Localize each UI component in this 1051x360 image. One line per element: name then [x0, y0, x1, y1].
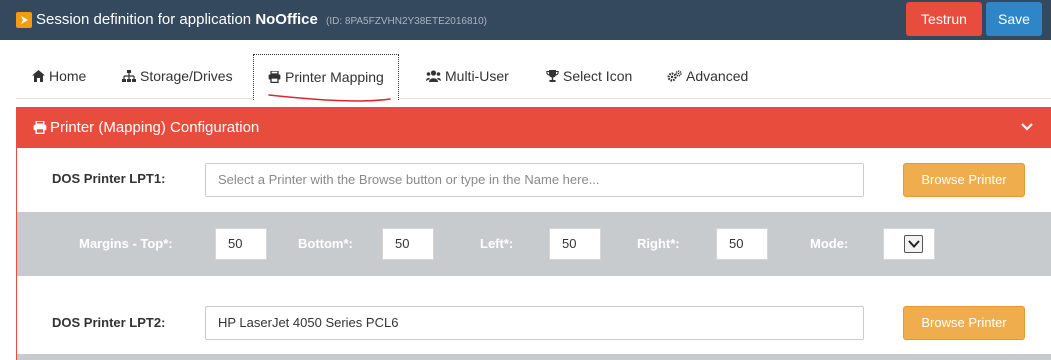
sitemap-icon: [122, 70, 136, 82]
app-logo-icon: [16, 12, 32, 28]
chevron-down-icon[interactable]: [1021, 107, 1036, 143]
page-title: Session definition for application NoOff…: [36, 11, 487, 28]
tab-advanced-label: Advanced: [686, 68, 749, 84]
mode-select[interactable]: [883, 228, 935, 260]
users-icon: [426, 70, 441, 82]
tab-select-icon[interactable]: Select Icon: [546, 54, 632, 99]
margin-right-label: Right*:: [637, 236, 680, 251]
lpt2-label: DOS Printer LPT2:: [52, 315, 166, 330]
tab-home[interactable]: Home: [32, 54, 86, 99]
tab-multi-user-label: Multi-User: [445, 68, 509, 84]
margin-left-label: Left*:: [480, 236, 514, 251]
tab-advanced[interactable]: Advanced: [667, 54, 748, 99]
lpt2-value: HP LaserJet 4050 Series PCL6: [218, 315, 399, 330]
app-header: Session definition for application NoOff…: [0, 0, 1051, 40]
printer-icon: [268, 70, 281, 84]
tab-printer-mapping-label: Printer Mapping: [285, 69, 384, 85]
lpt2-printer-input[interactable]: HP LaserJet 4050 Series PCL6: [205, 306, 864, 340]
panel-header[interactable]: Printer (Mapping) Configuration: [17, 107, 1051, 148]
lpt2-margins-row-edge: [17, 354, 1051, 360]
home-icon: [32, 70, 45, 82]
panel-title: Printer (Mapping) Configuration: [50, 119, 260, 136]
lpt1-label: DOS Printer LPT1:: [52, 171, 166, 186]
session-id: (ID: 8PA5FZVHN2Y38ETE2016810): [326, 16, 488, 27]
margin-top-input[interactable]: 50: [215, 228, 267, 260]
printer-icon: [33, 120, 47, 135]
lpt1-placeholder: Select a Printer with the Browse button …: [218, 172, 600, 187]
testrun-button[interactable]: Testrun: [906, 2, 982, 36]
margin-bottom-input[interactable]: 50: [382, 228, 434, 260]
application-name: NoOffice: [255, 11, 318, 28]
tab-home-label: Home: [49, 68, 87, 84]
tab-storage-drives[interactable]: Storage/Drives: [122, 54, 233, 99]
mode-label: Mode:: [810, 236, 849, 251]
tab-bar: Home Storage/Drives Printer Mapping Mult…: [16, 54, 1051, 100]
lpt1-printer-input[interactable]: Select a Printer with the Browse button …: [205, 163, 864, 197]
tab-storage-drives-label: Storage/Drives: [140, 68, 233, 84]
lpt1-browse-printer-button[interactable]: Browse Printer: [903, 163, 1025, 197]
tab-multi-user[interactable]: Multi-User: [426, 54, 509, 99]
tab-select-icon-label: Select Icon: [563, 68, 633, 84]
lpt2-browse-printer-button[interactable]: Browse Printer: [903, 306, 1025, 340]
lpt1-margins-row: Margins - Top*: 50 Bottom*: 50 Left*: 50…: [17, 212, 1051, 276]
printer-configuration-panel: Printer (Mapping) Configuration DOS Prin…: [16, 107, 1051, 360]
save-button[interactable]: Save: [986, 2, 1042, 36]
margin-top-label: Margins - Top*:: [79, 236, 173, 251]
chevron-down-icon[interactable]: [904, 235, 923, 253]
margin-right-input[interactable]: 50: [716, 228, 768, 260]
title-prefix: Session definition for application: [36, 11, 252, 28]
annotation-underline: [268, 94, 391, 102]
margin-bottom-label: Bottom*:: [298, 236, 353, 251]
gears-icon: [667, 70, 682, 82]
margin-left-input[interactable]: 50: [549, 228, 601, 260]
trophy-icon: [546, 70, 559, 82]
